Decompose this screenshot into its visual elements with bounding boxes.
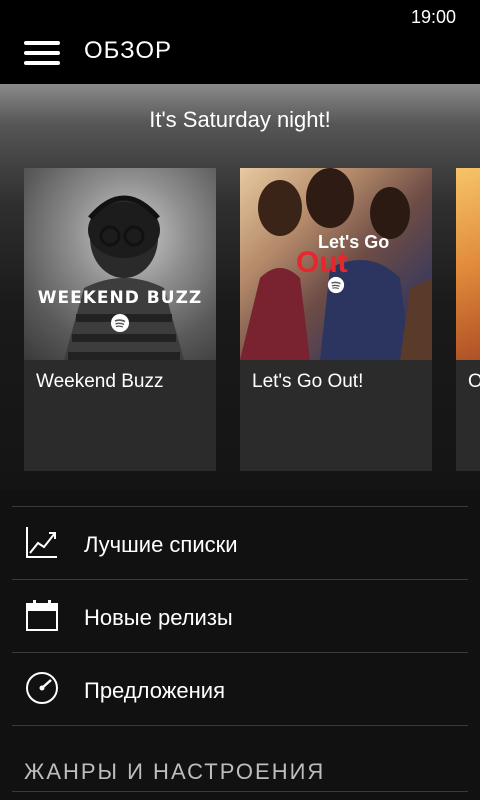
spotify-logo-icon (111, 314, 129, 332)
genres-section-title: ЖАНРЫ И НАСТРОЕНИЯ (24, 759, 326, 784)
status-bar: 19:00 (0, 0, 480, 32)
hamburger-menu-icon[interactable] (24, 38, 62, 70)
browse-menu: Лучшие списки Новые релизы Предложения (12, 506, 468, 725)
page-title: ОБЗОР (84, 37, 173, 64)
playlist-card-label: Let's Go Out! (252, 371, 364, 392)
calendar-icon (26, 600, 58, 631)
menu-item-label: Лучшие списки (84, 532, 238, 557)
chart-icon (26, 527, 57, 558)
playlist-card-label: Weekend Buzz (36, 371, 164, 392)
featured-heading: It's Saturday night! (149, 107, 331, 132)
status-time: 19:00 (410, 7, 456, 27)
menu-item-label: Предложения (84, 678, 226, 703)
playlist-card-lets-go-out[interactable]: Let's Go Out Let's Go Out! (240, 168, 432, 471)
section-divider (12, 791, 468, 792)
spotify-logo-icon (327, 276, 345, 294)
cover-title-bottom: Out (296, 246, 348, 279)
discover-icon (26, 672, 58, 704)
menu-item-label: Новые релизы (84, 605, 233, 630)
playlist-card-label: O (468, 371, 480, 392)
menu-item-suggestions[interactable]: Предложения (12, 652, 468, 725)
menu-divider (12, 725, 468, 726)
playlist-card-weekend-buzz[interactable]: WEEKEND BUZZ Weekend Buzz (24, 168, 216, 471)
playlist-cover-image: Let's Go Out (240, 168, 432, 360)
playlist-card-partial[interactable]: O (456, 168, 480, 471)
app-header: ОБЗОР (0, 32, 480, 84)
menu-item-new-releases[interactable]: Новые релизы (12, 579, 468, 652)
playlist-cover-image: WEEKEND BUZZ (24, 168, 216, 360)
menu-item-top-lists[interactable]: Лучшие списки (12, 506, 468, 579)
playlist-cover-image (456, 168, 480, 360)
cover-title: WEEKEND BUZZ (37, 288, 203, 308)
